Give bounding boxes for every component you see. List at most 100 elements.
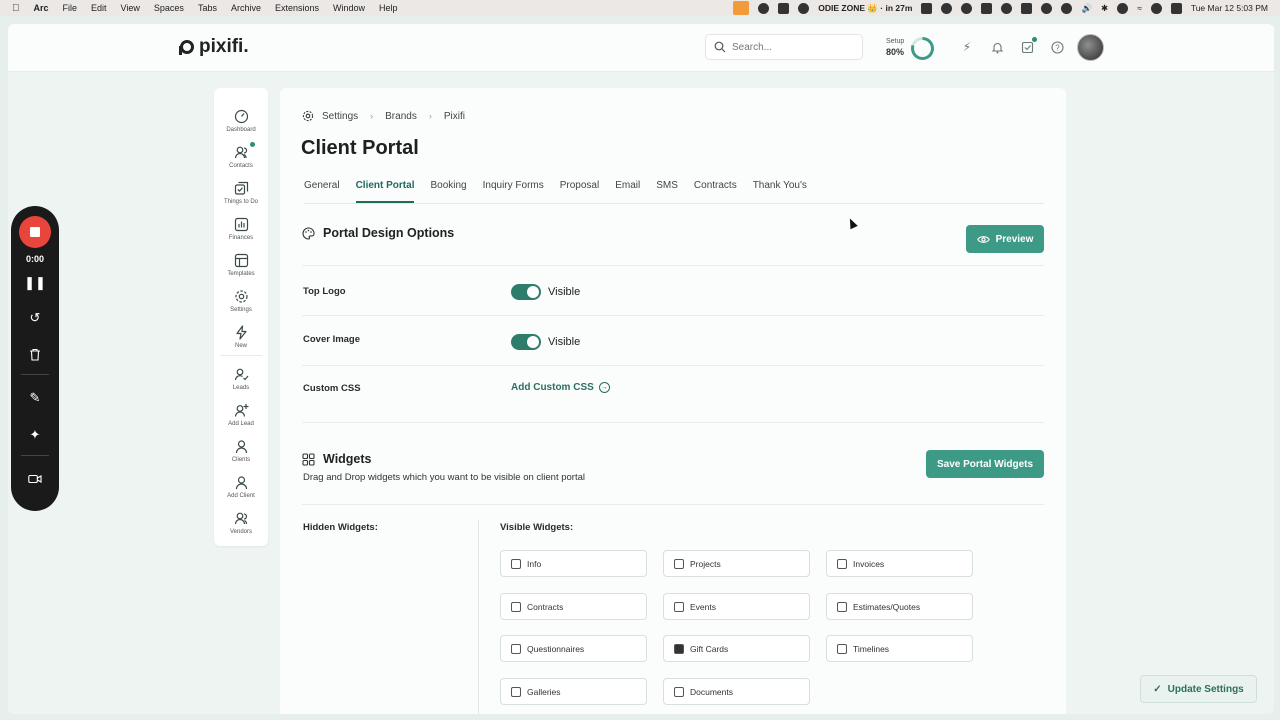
cover-image-toggle[interactable] [511,334,541,350]
tab-email[interactable]: Email [615,180,640,203]
document-icon [674,686,684,697]
effects-icon[interactable]: ✦ [25,426,45,444]
microphone-icon[interactable] [733,1,750,15]
widget-questionnaires[interactable]: Questionnaires [500,635,647,662]
widget-gift-cards[interactable]: Gift Cards [663,635,810,662]
bell-icon[interactable] [990,40,1004,54]
sidebar-item-settings[interactable]: Settings [214,288,268,313]
widget-info[interactable]: Info [500,550,647,577]
search-box[interactable] [705,34,863,60]
tab-general[interactable]: General [304,180,340,203]
control-center-icon[interactable] [1170,2,1182,14]
pen-icon[interactable]: ✎ [25,389,45,407]
menu-tabs[interactable]: Tabs [198,3,217,13]
sidebar-item-vendors[interactable]: Vendors [214,510,268,535]
video-camera-icon[interactable] [25,470,45,488]
menubar-datetime[interactable]: Tue Mar 12 5:03 PM [1191,3,1268,13]
timeline-icon [837,643,847,654]
tab-thank-yous[interactable]: Thank You's [753,180,807,203]
tab-client-portal[interactable]: Client Portal [355,180,415,203]
sidebar-item-finances[interactable]: Finances [214,216,268,241]
folder-icon [674,558,684,569]
widget-contracts[interactable]: Contracts [500,593,647,620]
widget-galleries[interactable]: Galleries [500,678,647,705]
breadcrumb: Settings › Brands › Pixifi [302,110,465,122]
preview-button[interactable]: Preview [966,225,1044,253]
cover-image-label: Cover Image [303,334,361,345]
trash-icon[interactable] [25,345,45,363]
chat-icon[interactable] [961,2,973,14]
menu-spaces[interactable]: Spaces [154,3,184,13]
user-avatar[interactable] [1077,34,1104,61]
menu-file[interactable]: File [63,3,78,13]
sidebar-item-things-to-do[interactable]: Things to Do [214,180,268,205]
pause-icon[interactable]: ❚❚ [24,274,46,292]
r-app-icon[interactable] [778,2,790,14]
update-settings-button[interactable]: ✓ Update Settings [1140,675,1257,703]
sidebar-item-contacts[interactable]: Contacts [214,142,268,169]
stop-recording-button[interactable] [19,216,51,248]
widget-documents[interactable]: Documents [663,678,810,705]
app-status-icon[interactable] [941,2,953,14]
tab-booking[interactable]: Booking [430,180,466,203]
clients-icon [233,438,249,454]
add-custom-css-link[interactable]: Add Custom CSS → [511,382,610,393]
calendar-status[interactable]: ODIE ZONE 👑 · in 27m [818,3,912,14]
widget-projects[interactable]: Projects [663,550,810,577]
tab-inquiry-forms[interactable]: Inquiry Forms [483,180,544,203]
sidebar-item-add-client[interactable]: Add Client [214,474,268,499]
apple-icon[interactable]:  [12,3,20,14]
widget-events[interactable]: Events [663,593,810,620]
widget-label: Gift Cards [690,643,729,654]
breadcrumb-brands[interactable]: Brands [385,111,417,122]
bluetooth-icon[interactable]: ✱ [1101,3,1108,14]
sidebar-item-add-lead[interactable]: Add Lead [214,402,268,427]
menu-extensions[interactable]: Extensions [275,3,319,13]
menubar-app-name[interactable]: Arc [34,3,49,13]
sidebar-item-clients[interactable]: Clients [214,438,268,463]
menu-edit[interactable]: Edit [91,3,107,13]
diamond-icon[interactable] [1001,2,1013,14]
grammarly-icon[interactable] [1061,2,1073,14]
widget-timelines[interactable]: Timelines [826,635,973,662]
breadcrumb-current[interactable]: Pixifi [444,111,465,122]
sidebar-item-dashboard[interactable]: Dashboard [214,108,268,133]
brand-logo[interactable]: pixifi. [179,36,249,58]
camera-icon[interactable] [981,2,993,14]
sidebar-item-new[interactable]: New [214,324,268,349]
tasks-icon[interactable] [1020,37,1037,54]
battery-icon[interactable] [1117,2,1129,14]
menu-archive[interactable]: Archive [231,3,261,13]
widget-invoices[interactable]: Invoices [826,550,973,577]
notion-icon[interactable] [921,2,933,14]
search-spotlight-icon[interactable] [1150,2,1162,14]
help-icon[interactable]: ? [1050,40,1064,54]
setup-progress-ring[interactable] [911,37,934,60]
save-portal-widgets-button[interactable]: Save Portal Widgets [926,450,1044,478]
script-icon[interactable] [1021,2,1033,14]
brand-name: pixifi. [199,36,249,57]
widget-estimates-quotes[interactable]: Estimates/Quotes [826,593,973,620]
tab-sms[interactable]: SMS [656,180,678,203]
play-icon[interactable] [1041,2,1053,14]
gear-status-icon[interactable] [758,2,770,14]
restart-icon[interactable]: ↺ [25,309,45,327]
tab-proposal[interactable]: Proposal [560,180,599,203]
top-logo-toggle[interactable] [511,284,541,300]
circle-app-icon[interactable] [798,2,810,14]
tab-contracts[interactable]: Contracts [694,180,737,203]
custom-css-label: Custom CSS [303,383,361,394]
bolt-icon[interactable]: ⚡︎ [960,40,974,54]
wifi-icon[interactable]: ≈ [1137,3,1142,13]
search-input[interactable] [732,41,852,53]
top-bar: pixifi. Setup 80% ⚡︎ ? [8,24,1274,72]
sidebar-item-leads[interactable]: Leads [214,366,268,391]
widget-label: Invoices [853,558,885,569]
app-window: pixifi. Setup 80% ⚡︎ ? [8,24,1274,714]
menu-help[interactable]: Help [379,3,398,13]
sidebar-item-templates[interactable]: Templates [214,252,268,277]
volume-icon[interactable]: 🔊 [1081,3,1092,14]
breadcrumb-settings[interactable]: Settings [322,111,358,122]
menu-window[interactable]: Window [333,3,365,13]
menu-view[interactable]: View [121,3,140,13]
